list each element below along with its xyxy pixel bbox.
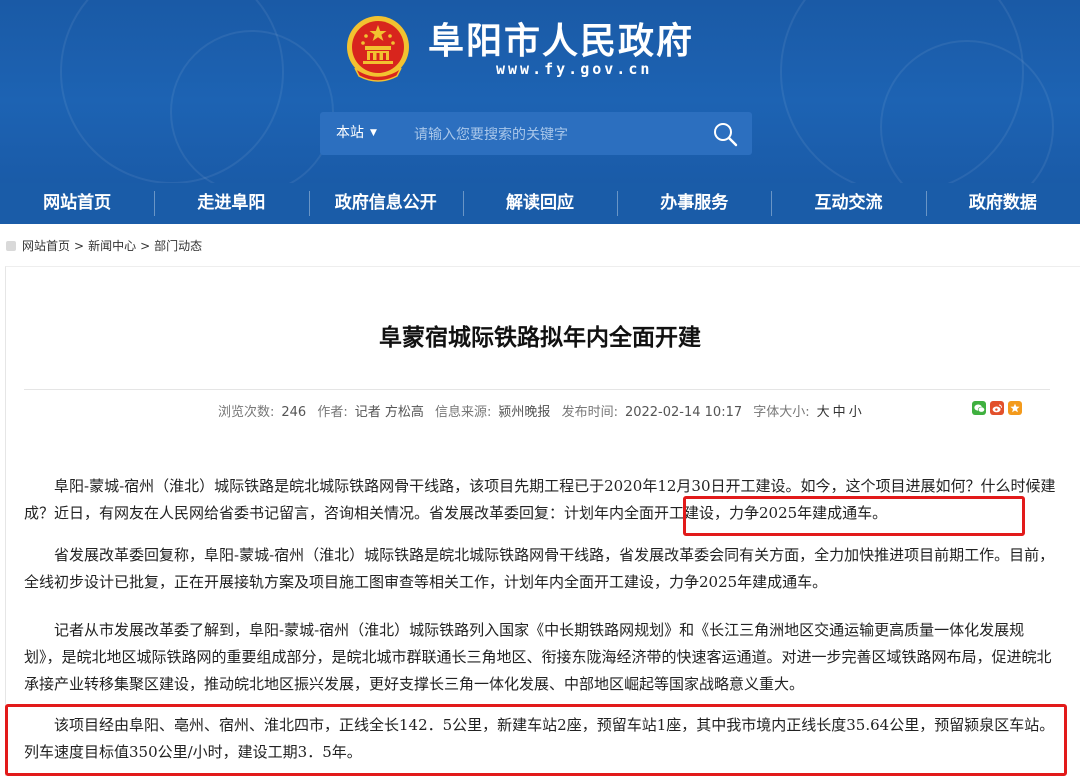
search-bar: 本站 ▼ [320, 112, 752, 155]
weibo-icon[interactable] [990, 401, 1004, 415]
author-value: 记者 方松高 [354, 405, 424, 420]
breadcrumb-dept[interactable]: 部门动态 [154, 239, 202, 253]
source-value: 颍州晚报 [498, 405, 551, 420]
share-bar [972, 401, 1022, 415]
article-meta: 浏览次数: 246 作者: 记者 方松高 信息来源: 颍州晚报 发布时间: 2022-0… [218, 401, 865, 420]
nav-item-home[interactable]: 网站首页 [0, 183, 154, 224]
site-title: 阜阳市人民政府 [428, 21, 695, 62]
breadcrumb-separator: > [74, 239, 85, 253]
font-size-medium[interactable]: 中 [833, 405, 846, 420]
site-header: 阜阳市人民政府 www.fy.gov.cn 本站 ▼ [0, 0, 1080, 183]
views-label: 浏览次数: [218, 405, 275, 420]
search-scope-dropdown[interactable]: 本站 ▼ [336, 112, 377, 155]
breadcrumb: 网站首页 > 新闻中心 > 部门动态 [0, 224, 1080, 266]
wechat-icon[interactable] [972, 401, 986, 415]
article-paragraph: 阜阳-蒙城-宿州（淮北）城际铁路是皖北城际铁路网骨干线路，该项目先期工程已于20… [24, 477, 1056, 522]
nav-item-gov-data[interactable]: 政府数据 [925, 183, 1080, 224]
search-input[interactable] [412, 120, 696, 149]
source-label: 信息来源: [435, 405, 492, 420]
font-size-label: 字体大小: [753, 405, 810, 420]
nav-item-about-fuyang[interactable]: 走进阜阳 [154, 183, 308, 224]
nav-item-interpretation[interactable]: 解读回应 [462, 183, 617, 224]
publish-date: 2022-02-14 10:17 [624, 405, 743, 420]
search-scope-label: 本站 [336, 125, 364, 141]
favorite-icon[interactable] [1008, 401, 1022, 415]
lotus-decoration [170, 30, 334, 183]
breadcrumb-separator: > [140, 239, 151, 253]
font-size-small[interactable]: 小 [849, 405, 862, 420]
nav-item-interaction[interactable]: 互动交流 [771, 183, 925, 224]
font-size-large[interactable]: 大 [817, 405, 830, 420]
main-nav: 网站首页 走进阜阳 政府信息公开 解读回应 办事服务 互动交流 政府数据 [0, 183, 1080, 224]
author-label: 作者: [317, 405, 348, 420]
date-label: 发布时间: [561, 405, 618, 420]
nav-item-services[interactable]: 办事服务 [617, 183, 771, 224]
caret-down-icon: ▼ [370, 128, 377, 138]
article-paragraph: 记者从市发展改革委了解到，阜阳-蒙城-宿州（淮北）城际铁路列入国家《中长期铁路网… [24, 621, 1052, 693]
breadcrumb-home[interactable]: 网站首页 [22, 239, 70, 253]
home-icon [6, 241, 16, 251]
national-emblem-icon [347, 16, 409, 82]
title-divider [24, 389, 1050, 390]
nav-item-gov-info[interactable]: 政府信息公开 [308, 183, 463, 224]
site-url: www.fy.gov.cn [496, 60, 653, 78]
article-paragraph: 省发展改革委回复称，阜阳-蒙城-宿州（淮北）城际铁路是皖北城际铁路网骨干线路，省… [24, 546, 1055, 591]
search-icon[interactable] [712, 121, 738, 147]
views-count: 246 [281, 405, 307, 420]
article-paragraph: 该项目经由阜阳、亳州、宿州、淮北四市，正线全长142．5公里，新建车站2座，预留… [24, 716, 1055, 761]
breadcrumb-news[interactable]: 新闻中心 [88, 239, 136, 253]
article-title: 阜蒙宿城际铁路拟年内全面开建 [379, 325, 701, 351]
